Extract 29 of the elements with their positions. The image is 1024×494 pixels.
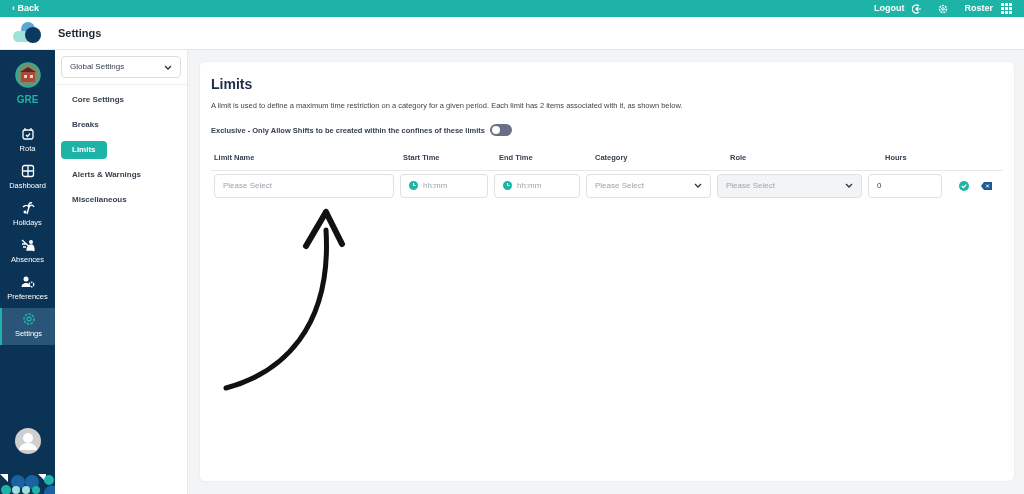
logout-icon[interactable] — [912, 3, 923, 14]
exclusive-toggle[interactable] — [489, 124, 512, 137]
palm-tree-icon — [20, 201, 35, 215]
settings-scope-dropdown[interactable]: Global Settings — [61, 56, 181, 78]
clock-icon — [503, 181, 512, 190]
page-title: Settings — [58, 25, 102, 41]
submenu-item[interactable]: Miscellaneous — [61, 191, 138, 209]
delete-icon[interactable] — [981, 181, 992, 190]
confirm-icon[interactable] — [959, 180, 969, 191]
team-avatar — [14, 62, 41, 88]
submenu-item[interactable]: Breaks — [61, 116, 110, 134]
submenu-item[interactable]: Alerts & Warnings — [61, 166, 153, 184]
hours-field[interactable]: 0 — [868, 173, 942, 198]
apps-grid-icon[interactable] — [1001, 3, 1012, 14]
settings-icon[interactable] — [938, 3, 949, 14]
chevron-down-icon — [845, 183, 853, 188]
section-title: Limits — [211, 75, 254, 94]
grid-icon — [20, 164, 35, 178]
user-gear-icon — [20, 275, 35, 289]
team-code: GRE — [16, 93, 39, 107]
user-avatar[interactable] — [14, 428, 41, 454]
submenu-item[interactable]: Core Settings — [61, 91, 135, 109]
clock-icon — [409, 181, 418, 190]
logo-icon — [12, 21, 42, 45]
chevron-down-icon — [694, 183, 702, 188]
settings-icon — [21, 312, 36, 326]
chevron-down-icon — [164, 64, 172, 70]
person-crossed-icon — [20, 238, 35, 252]
calendar-icon — [20, 127, 35, 141]
